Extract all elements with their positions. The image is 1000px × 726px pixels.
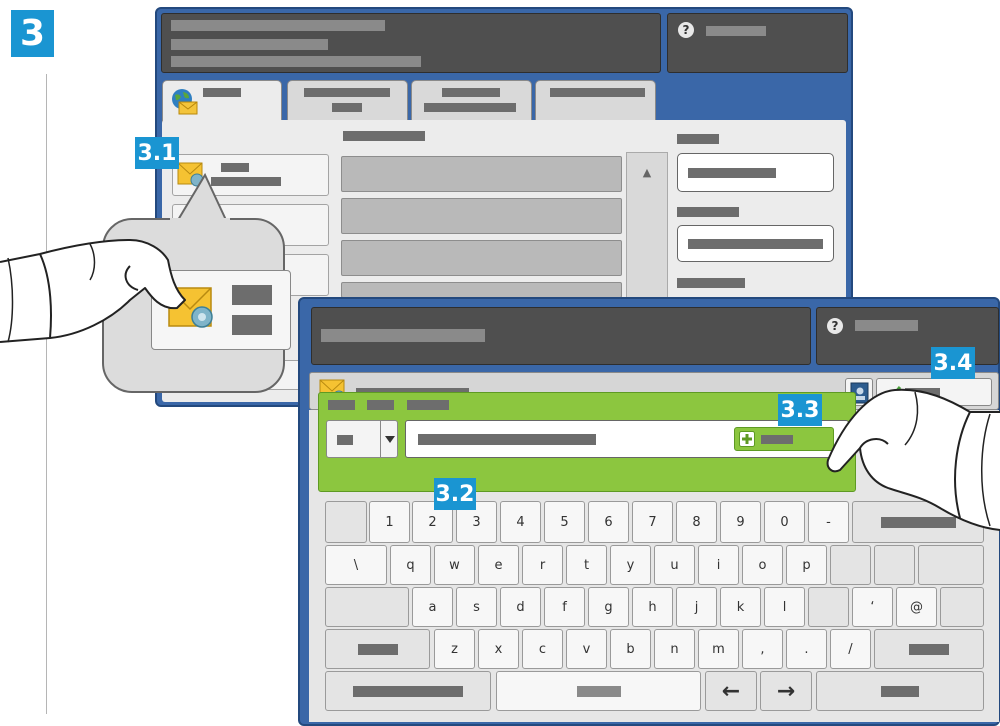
callout-3-1: 3.1	[135, 137, 179, 169]
callout-3-2: 3.2	[434, 478, 476, 510]
callout-3-4: 3.4	[931, 347, 975, 379]
pointing-hand-right	[826, 388, 1000, 531]
callout-3-3: 3.3	[778, 394, 822, 426]
